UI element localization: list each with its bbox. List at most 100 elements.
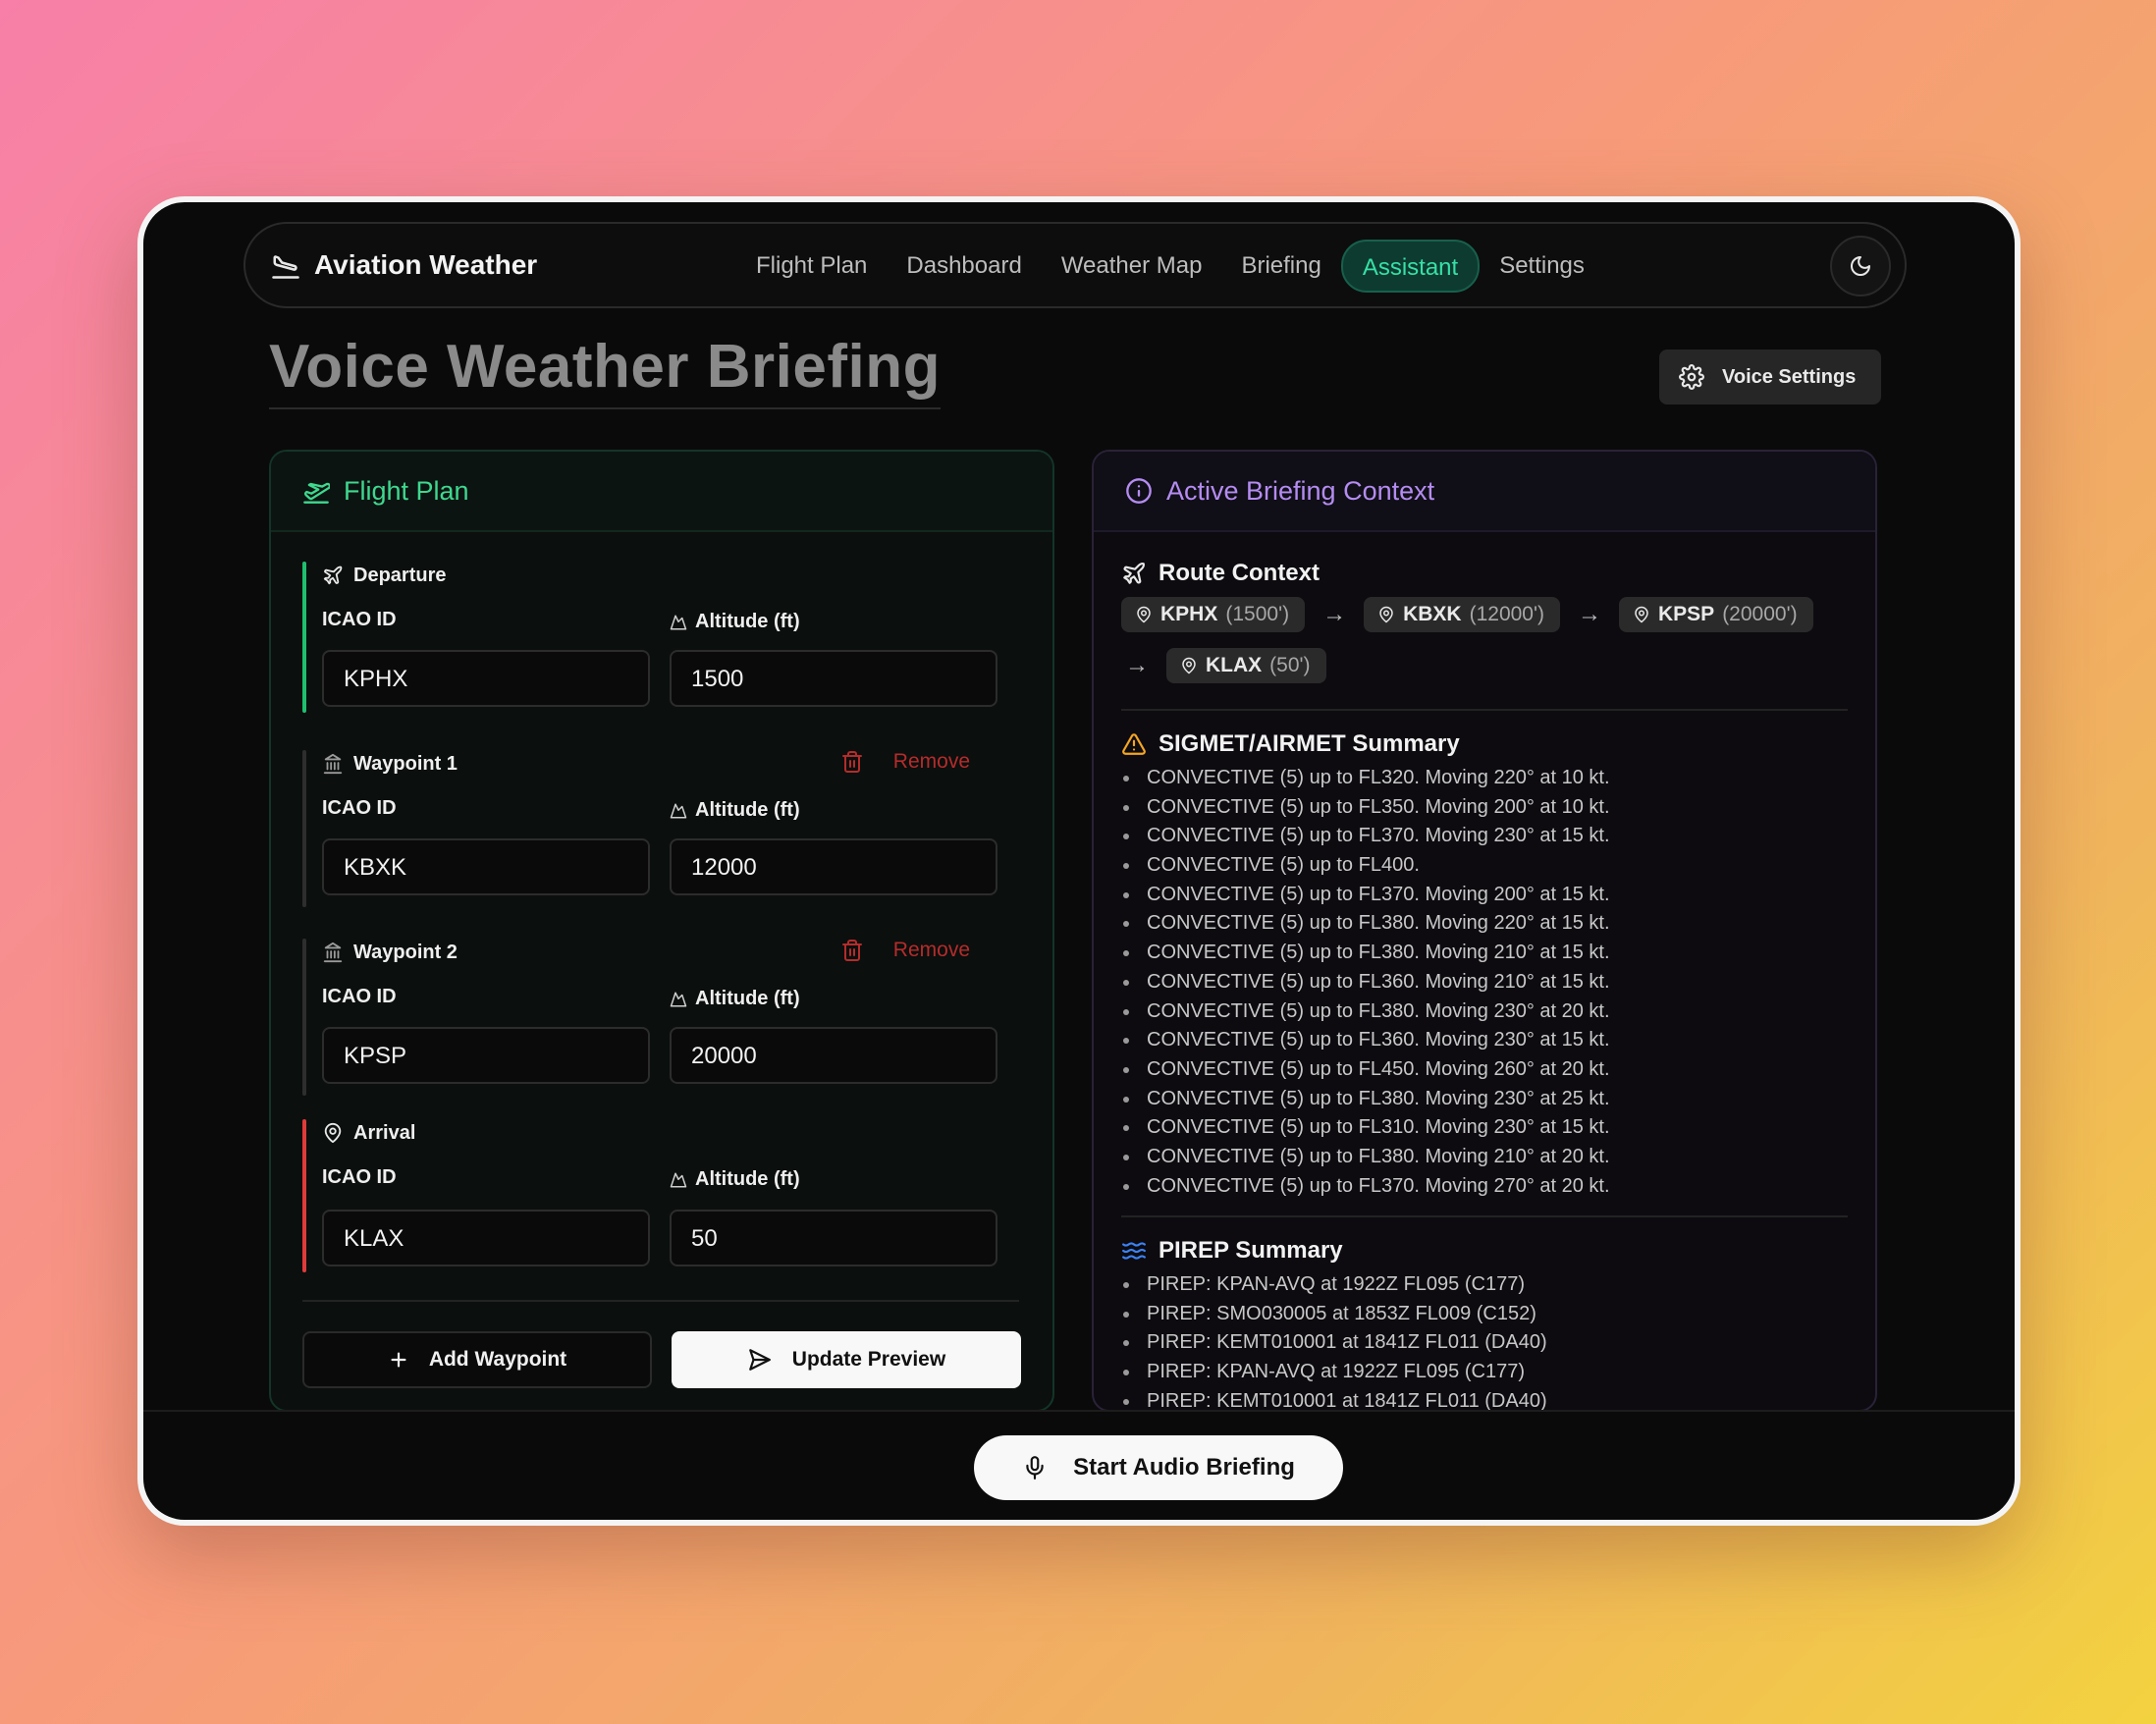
sigmet-title: SIGMET/AIRMET Summary <box>1159 730 1460 757</box>
arrival-altitude-input[interactable]: 50 <box>670 1210 997 1266</box>
waypoint-2-title: Waypoint 2 <box>353 941 458 963</box>
voice-settings-button[interactable]: Voice Settings <box>1659 350 1881 404</box>
route-chip-alt: (20000') <box>1722 603 1798 625</box>
nav-dashboard[interactable]: Dashboard <box>887 240 1041 293</box>
route-divider <box>1121 709 1848 711</box>
altitude-label-row: Altitude (ft) <box>670 988 800 1010</box>
route-chip-alt: (12000') <box>1469 603 1544 625</box>
pirep-item: PIREP: SMO030005 at 1853Z FL009 (C152) <box>1123 1300 1547 1329</box>
arrival-icao-input[interactable]: KLAX <box>322 1210 650 1266</box>
sigmet-item: CONVECTIVE (5) up to FL380. Moving 220° … <box>1123 909 1610 939</box>
pirep-item: PIREP: KPAN-AVQ at 1922Z FL095 (C177) <box>1123 1270 1547 1300</box>
waypoint-1-icao-input[interactable]: KBXK <box>322 838 650 895</box>
waypoint-2-altitude-input[interactable]: 20000 <box>670 1027 997 1084</box>
briefing-context-header: Active Briefing Context <box>1094 452 1875 532</box>
add-waypoint-button[interactable]: Add Waypoint <box>302 1331 652 1388</box>
info-icon <box>1125 477 1153 505</box>
waypoint-1-title: Waypoint 1 <box>353 752 458 775</box>
route-chip: KBXK (12000') <box>1364 597 1560 632</box>
nav-settings[interactable]: Settings <box>1480 240 1604 293</box>
altitude-label-row: Altitude (ft) <box>670 799 800 822</box>
mountain-icon <box>670 614 687 631</box>
nav-links: Flight Plan Dashboard Weather Map Briefi… <box>736 240 1604 293</box>
waypoint-2-section: Waypoint 2 Remove ICAO ID Altitude (ft) … <box>302 939 1019 1096</box>
flight-plan-panel: Flight Plan Departure ICAO ID Altitude (… <box>269 450 1054 1412</box>
sigmet-item: CONVECTIVE (5) up to FL450. Moving 260° … <box>1123 1055 1610 1085</box>
remove-label: Remove <box>892 750 970 773</box>
trash-icon <box>840 750 864 774</box>
waypoint-2-remove-button[interactable]: Remove <box>840 939 970 962</box>
arrow-right-icon: → <box>1578 601 1601 627</box>
flight-plan-title: Flight Plan <box>344 475 469 506</box>
brand[interactable]: Aviation Weather <box>271 249 537 281</box>
nav-assistant[interactable]: Assistant <box>1340 240 1481 293</box>
icao-label: ICAO ID <box>322 609 397 630</box>
briefing-context-panel: Active Briefing Context Route Context KP… <box>1092 450 1877 1412</box>
arrival-title: Arrival <box>353 1121 416 1144</box>
waypoint-2-icao-input[interactable]: KPSP <box>322 1027 650 1084</box>
page-title: Voice Weather Briefing <box>269 332 941 409</box>
start-audio-briefing-button[interactable]: Start Audio Briefing <box>974 1435 1343 1500</box>
footer-divider <box>143 1410 2015 1412</box>
route-chip: KPHX (1500') <box>1121 597 1306 632</box>
arrival-bar <box>302 1119 306 1272</box>
pirep-list: PIREP: KPAN-AVQ at 1922Z FL095 (C177) PI… <box>1123 1270 1547 1410</box>
map-pin-icon <box>1135 606 1153 623</box>
update-preview-button[interactable]: Update Preview <box>672 1331 1021 1388</box>
plane-icon <box>322 565 344 586</box>
sigmet-item: CONVECTIVE (5) up to FL350. Moving 200° … <box>1123 793 1610 823</box>
plane-landing-icon <box>271 250 300 280</box>
waypoint-1-altitude-input[interactable]: 12000 <box>670 838 997 895</box>
map-pin-icon <box>1180 657 1198 674</box>
arrival-section: Arrival ICAO ID Altitude (ft) KLAX 50 <box>302 1119 1019 1272</box>
altitude-label: Altitude (ft) <box>695 799 800 821</box>
send-icon <box>747 1347 773 1373</box>
map-pin-icon <box>322 1122 344 1144</box>
device-frame: Aviation Weather Flight Plan Dashboard W… <box>137 196 2021 1526</box>
altitude-label: Altitude (ft) <box>695 1168 800 1190</box>
sigmet-item: CONVECTIVE (5) up to FL400. <box>1123 851 1610 881</box>
route-chips: KPHX (1500') → KBXK (12000') → KPSP (200… <box>1121 597 1848 683</box>
nav-weather-map[interactable]: Weather Map <box>1042 240 1222 293</box>
pirep-item: PIREP: KPAN-AVQ at 1922Z FL095 (C177) <box>1123 1358 1547 1387</box>
departure-bar <box>302 562 306 713</box>
add-waypoint-label: Add Waypoint <box>428 1348 567 1371</box>
sigmet-item: CONVECTIVE (5) up to FL380. Moving 230° … <box>1123 997 1610 1027</box>
sigmet-item: CONVECTIVE (5) up to FL370. Moving 200° … <box>1123 881 1610 910</box>
mountain-icon <box>670 802 687 820</box>
altitude-label: Altitude (ft) <box>695 988 800 1009</box>
pirep-title-row: PIREP Summary <box>1121 1237 1343 1265</box>
route-context-title-row: Route Context <box>1121 560 1320 587</box>
sigmet-divider <box>1121 1215 1848 1217</box>
route-chip-id: KPHX <box>1160 603 1218 625</box>
app-screen: Aviation Weather Flight Plan Dashboard W… <box>143 202 2015 1520</box>
nav-flight-plan[interactable]: Flight Plan <box>736 240 887 293</box>
gear-icon <box>1679 364 1704 390</box>
sigmet-item: CONVECTIVE (5) up to FL360. Moving 210° … <box>1123 968 1610 997</box>
plus-icon <box>388 1349 409 1371</box>
microphone-icon <box>1022 1455 1048 1481</box>
trash-icon <box>840 939 864 962</box>
departure-altitude-input[interactable]: 1500 <box>670 650 997 707</box>
update-preview-label: Update Preview <box>791 1348 946 1371</box>
waves-icon <box>1121 1238 1147 1264</box>
departure-section: Departure ICAO ID Altitude (ft) KPHX 150… <box>302 562 1019 713</box>
sigmet-item: CONVECTIVE (5) up to FL310. Moving 230° … <box>1123 1113 1610 1143</box>
plane-icon <box>1121 561 1147 586</box>
arrow-right-icon: → <box>1322 601 1347 627</box>
arrival-title-row: Arrival <box>322 1119 1019 1147</box>
altitude-label-row: Altitude (ft) <box>670 611 800 633</box>
route-chip-id: KPSP <box>1658 603 1715 625</box>
actions-divider <box>302 1300 1019 1302</box>
theme-toggle-button[interactable] <box>1830 236 1891 296</box>
icao-label: ICAO ID <box>322 1166 397 1188</box>
route-chip-alt: (50') <box>1269 654 1311 676</box>
waypoint-1-remove-button[interactable]: Remove <box>840 750 970 774</box>
waypoint-1-section: Waypoint 1 Remove ICAO ID Altitude (ft) … <box>302 750 1019 907</box>
sigmet-list: CONVECTIVE (5) up to FL320. Moving 220° … <box>1123 764 1610 1201</box>
map-pin-icon <box>1377 606 1395 623</box>
departure-icao-input[interactable]: KPHX <box>322 650 650 707</box>
nav-briefing[interactable]: Briefing <box>1221 240 1340 293</box>
app-name: Aviation Weather <box>314 249 538 280</box>
arrow-right-icon: → <box>1125 652 1149 678</box>
